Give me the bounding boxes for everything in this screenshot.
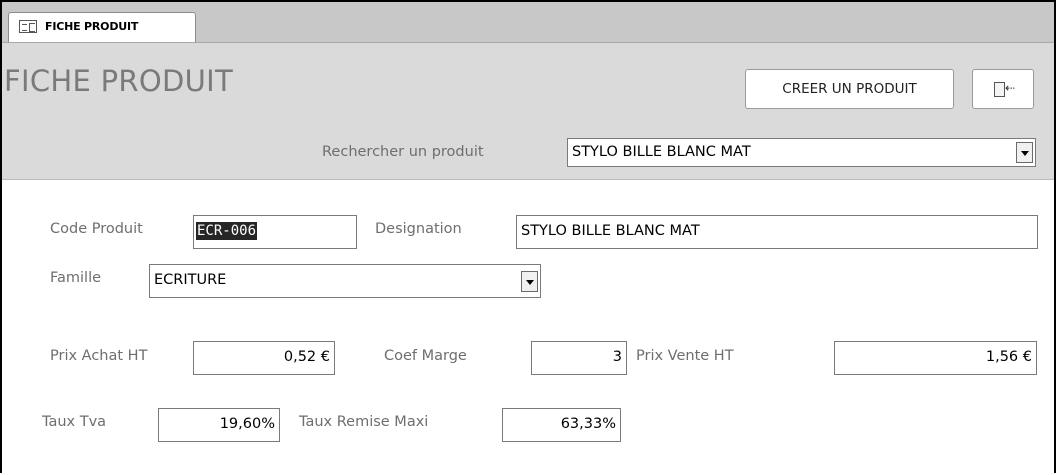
tab-label: FICHE PRODUIT	[45, 20, 139, 33]
chevron-down-icon[interactable]	[521, 271, 538, 292]
taux-remise-value: 63,33%	[560, 416, 616, 432]
page-title: FICHE PRODUIT	[4, 64, 234, 98]
famille-label: Famille	[50, 270, 102, 286]
famille-value: ECRITURE	[154, 272, 227, 288]
coef-marge-label: Coef Marge	[384, 348, 467, 364]
product-search-combo[interactable]: STYLO BILLE BLANC MAT	[567, 138, 1036, 167]
taux-tva-label: Taux Tva	[42, 414, 107, 430]
product-search-value: STYLO BILLE BLANC MAT	[572, 144, 751, 160]
prix-vente-value: 1,56 €	[985, 349, 1032, 365]
exit-button[interactable]: ⇠	[972, 69, 1034, 109]
famille-combo[interactable]: ECRITURE	[149, 264, 541, 298]
exit-door-icon	[994, 82, 1005, 97]
designation-field[interactable]: STYLO BILLE BLANC MAT	[516, 215, 1038, 249]
designation-value: STYLO BILLE BLANC MAT	[521, 223, 700, 239]
prix-vente-label: Prix Vente HT	[636, 348, 734, 364]
chevron-down-icon[interactable]	[1016, 142, 1033, 163]
taux-remise-field[interactable]: 63,33%	[502, 408, 621, 442]
code-produit-field[interactable]: ECR-006	[193, 215, 357, 249]
arrow-left-icon: ⇠	[1005, 81, 1016, 95]
prix-vente-field[interactable]: 1,56 €	[834, 341, 1037, 375]
tab-fiche-produit[interactable]: FICHE PRODUIT	[8, 12, 196, 42]
create-product-button[interactable]: CREER UN PRODUIT	[745, 69, 954, 109]
form-icon	[19, 20, 37, 33]
prix-achat-label: Prix Achat HT	[50, 348, 148, 364]
taux-remise-label: Taux Remise Maxi	[299, 414, 429, 430]
coef-marge-field[interactable]: 3	[531, 341, 627, 375]
coef-marge-value: 3	[612, 349, 622, 365]
designation-label: Designation	[375, 221, 462, 237]
form-header: FICHE PRODUIT CREER UN PRODUIT ⇠ Recherc…	[2, 43, 1054, 180]
form-window: FICHE PRODUIT FICHE PRODUIT CREER UN PRO…	[0, 0, 1056, 473]
taux-tva-field[interactable]: 19,60%	[158, 408, 280, 442]
code-produit-value: ECR-006	[196, 222, 258, 240]
prix-achat-field[interactable]: 0,52 €	[193, 341, 335, 375]
taux-tva-value: 19,60%	[219, 416, 275, 432]
document-tab-bar: FICHE PRODUIT	[2, 2, 1054, 43]
prix-achat-value: 0,52 €	[283, 349, 330, 365]
code-produit-label: Code Produit	[50, 221, 143, 237]
search-label: Rechercher un produit	[322, 144, 484, 160]
